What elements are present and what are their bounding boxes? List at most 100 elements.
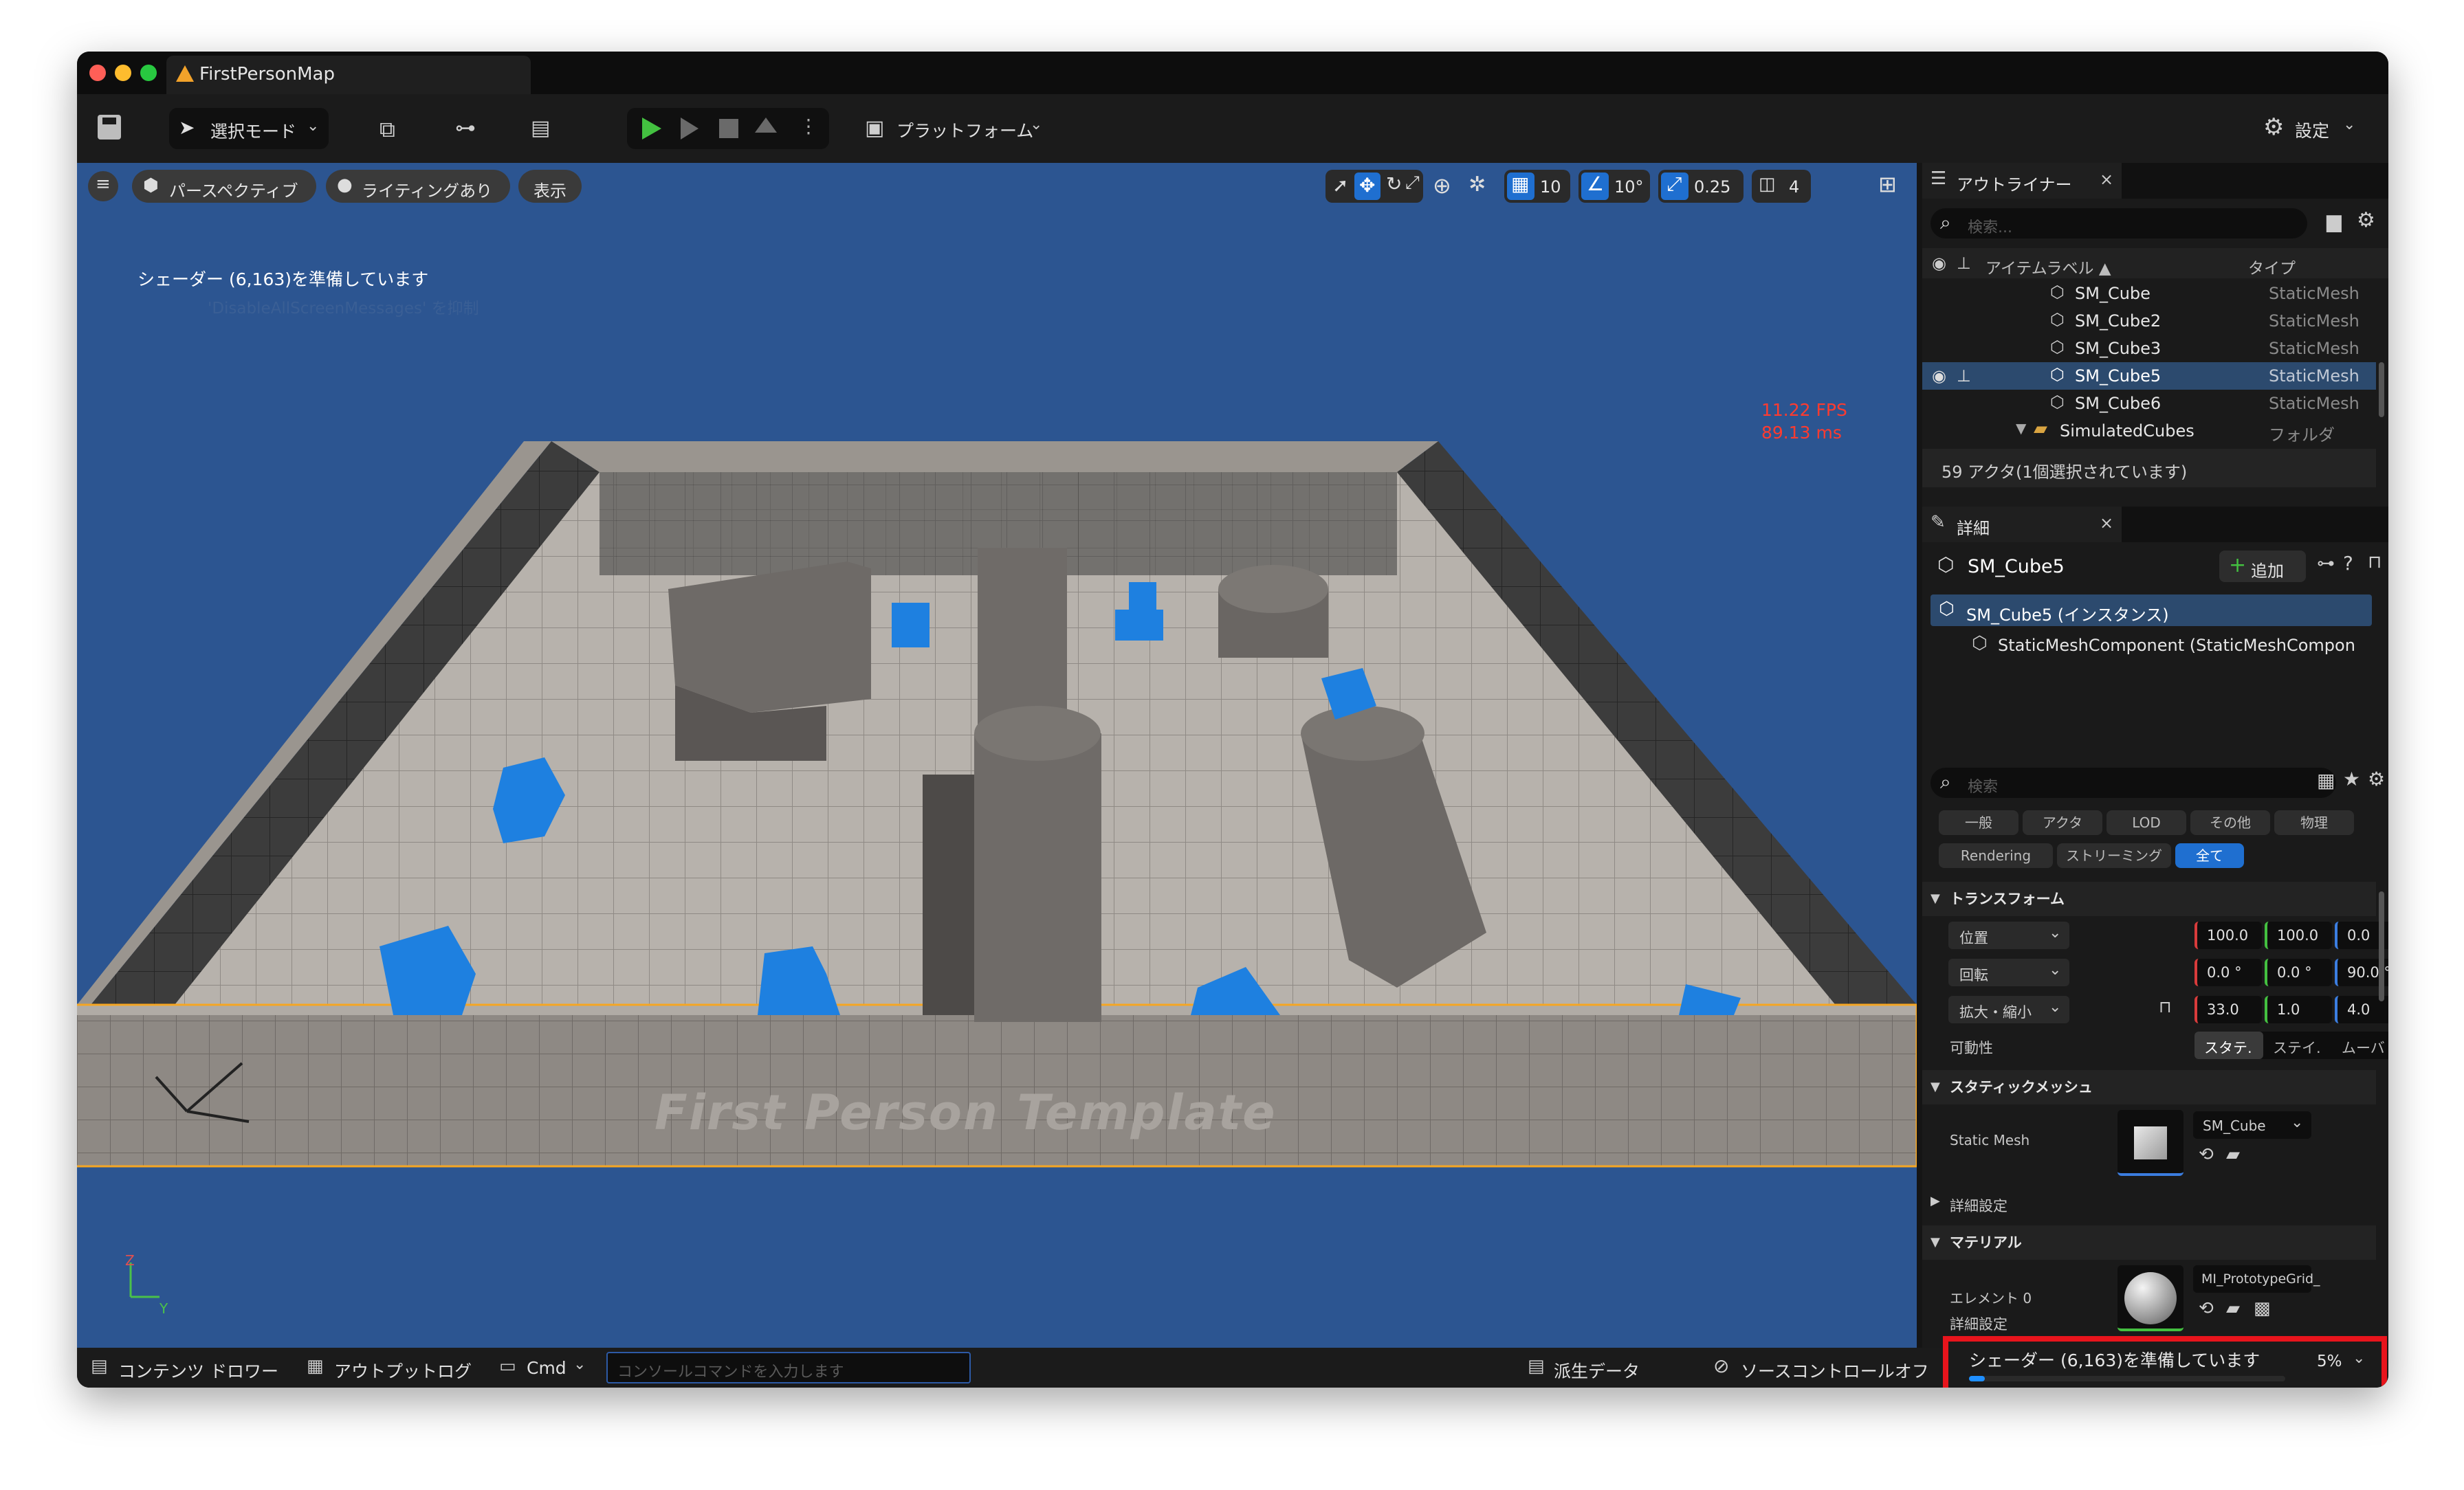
scale-x-field[interactable]: 33.0 <box>2194 996 2262 1023</box>
select-tool-icon[interactable]: ➚ <box>1332 174 1348 197</box>
gear-icon[interactable]: ⚙ <box>2263 113 2284 141</box>
grid-snap-button[interactable]: ▦ 10 <box>1504 170 1570 203</box>
scale-icon[interactable]: ⤢ <box>1405 173 1420 194</box>
cat-actor[interactable]: アクタ <box>2023 810 2102 835</box>
outliner-tab[interactable]: ☰ アウトライナー × <box>1922 163 2122 199</box>
star-icon[interactable]: ★ <box>2343 768 2360 790</box>
pin-icon[interactable]: ⊥ <box>1957 366 1971 386</box>
mobility-stationary[interactable]: ステイ. <box>2273 1037 2321 1058</box>
location-x-field[interactable]: 100.0 <box>2194 922 2262 949</box>
rotation-x-field[interactable]: 0.0 ° <box>2194 959 2262 986</box>
surface-snap-icon[interactable]: ✲ <box>1468 173 1486 197</box>
gear-icon[interactable]: ⚙ <box>2357 208 2375 232</box>
list-item[interactable]: ⬡ SM_Cube2 StaticMesh <box>1922 307 2388 335</box>
world-local-icon[interactable]: ⊕ <box>1433 173 1451 199</box>
material-dropdown[interactable]: MI_PrototypeGrid_ <box>2193 1265 2320 1293</box>
details-search[interactable]: ⌕ 検索 <box>1930 768 2336 798</box>
rotation-y-field[interactable]: 0.0 ° <box>2265 959 2332 986</box>
blueprint-icon[interactable]: ⊶ <box>2317 553 2335 574</box>
material-options-icon[interactable]: ▩ <box>2254 1298 2271 1319</box>
type-column[interactable]: タイプ <box>2248 255 2296 278</box>
cat-streaming[interactable]: ストリーミング <box>2057 843 2171 868</box>
rotate-icon[interactable]: ↻ <box>1386 173 1402 195</box>
close-icon[interactable]: × <box>2100 513 2113 533</box>
add-actor-icon[interactable]: ⧉ <box>380 116 395 143</box>
stop-icon[interactable] <box>719 119 738 138</box>
add-folder-icon[interactable]: ▆ <box>2326 210 2342 232</box>
map-tab[interactable]: FirstPersonMap <box>166 56 531 94</box>
level-viewport[interactable]: ≡ ⬢ パースペクティブ ● ライティングあり 表示 ➚ ✥ ↻ ⤢ ⊕ ✲ ▦… <box>77 163 1917 1348</box>
settings-button[interactable]: 設定 <box>2295 118 2329 142</box>
details-tab[interactable]: ✎ 詳細 × <box>1922 507 2122 542</box>
cat-all[interactable]: 全て <box>2175 843 2244 868</box>
more-options-icon[interactable]: ⋮ <box>799 115 818 137</box>
lock-icon[interactable]: ⊓ <box>2159 997 2172 1016</box>
chevron-down-icon[interactable]: ▼ <box>2016 420 2026 436</box>
chevron-down-icon[interactable]: ⌄ <box>2353 1350 2365 1367</box>
outliner-search[interactable]: ⌕ 検索... <box>1930 208 2307 238</box>
perspective-button[interactable]: ⬢ パースペクティブ <box>132 170 316 203</box>
browse-icon[interactable]: ▰ <box>2226 1144 2240 1165</box>
list-item[interactable]: ⬡ SM_Cube StaticMesh <box>1922 280 2388 307</box>
material-thumbnail[interactable] <box>2118 1265 2184 1331</box>
eye-icon[interactable]: ◉ <box>1932 254 1946 273</box>
viewport-menu-button[interactable]: ≡ <box>88 171 118 201</box>
location-dropdown[interactable]: 位置 ⌄ <box>1948 922 2069 949</box>
platform-button[interactable]: プラットフォーム <box>896 118 1033 142</box>
list-item[interactable]: ▼ ▰ SimulatedCubes フォルダ <box>1922 417 2388 445</box>
select-mode-dropdown[interactable]: ➤ 選択モード ⌄ <box>169 108 329 149</box>
rotation-dropdown[interactable]: 回転 ⌄ <box>1948 959 2069 986</box>
table-view-icon[interactable]: ▦ <box>2317 769 2335 792</box>
use-selected-icon[interactable]: ⟲ <box>2199 1144 2214 1165</box>
camera-speed-button[interactable]: ◫ 4 <box>1752 170 1811 203</box>
scale-y-field[interactable]: 1.0 <box>2265 996 2332 1023</box>
content-drawer-button[interactable]: コンテンツ ドロワー <box>118 1358 278 1383</box>
add-component-button[interactable]: + 追加 <box>2219 551 2306 582</box>
eject-icon[interactable] <box>755 118 777 133</box>
cat-rendering[interactable]: Rendering <box>1939 843 2053 868</box>
use-selected-icon[interactable]: ⟲ <box>2199 1298 2214 1319</box>
close-window-button[interactable] <box>89 65 106 81</box>
step-icon[interactable] <box>681 118 698 140</box>
cat-misc[interactable]: その他 <box>2190 810 2270 835</box>
static-mesh-section-header[interactable]: ▼ スタティックメッシュ <box>1922 1070 2376 1104</box>
eye-icon[interactable]: ◉ <box>1932 366 1946 386</box>
help-icon[interactable]: ? <box>2343 552 2353 575</box>
gear-icon[interactable]: ⚙ <box>2368 768 2385 790</box>
pin-icon[interactable]: ⊥ <box>1957 254 1971 273</box>
rotation-snap-button[interactable]: ∠ 10° <box>1578 170 1650 203</box>
shader-progress-widget[interactable]: シェーダー (6,163)を準備しています 5% ⌄ <box>1943 1336 2387 1388</box>
list-item[interactable]: ⬡ SM_Cube6 StaticMesh <box>1922 390 2388 417</box>
cat-general[interactable]: 一般 <box>1939 810 2018 835</box>
list-item-selected[interactable]: ◉ ⊥ ⬡ SM_Cube5 StaticMesh <box>1922 362 2376 390</box>
save-icon[interactable] <box>98 115 121 140</box>
console-input[interactable]: コンソールコマンドを入力します <box>606 1352 971 1383</box>
static-mesh-thumbnail[interactable] <box>2118 1110 2184 1176</box>
close-icon[interactable]: × <box>2100 170 2113 189</box>
minimize-window-button[interactable] <box>115 65 131 81</box>
list-item[interactable]: ⬡ SM_Cube3 StaticMesh <box>1922 335 2388 362</box>
cat-lod[interactable]: LOD <box>2106 810 2186 835</box>
browse-icon[interactable]: ▰ <box>2226 1298 2240 1319</box>
lighting-mode-button[interactable]: ● ライティングあり <box>326 170 510 203</box>
maximize-window-button[interactable] <box>140 65 157 81</box>
cinematics-icon[interactable]: ▤ <box>531 116 550 140</box>
scale-snap-button[interactable]: ⤢ 0.25 <box>1658 170 1744 203</box>
mobility-static[interactable]: スタテ. <box>2194 1032 2263 1059</box>
advanced-row[interactable]: ▶ 詳細設定 <box>1922 1187 2376 1219</box>
scale-dropdown[interactable]: 拡大・縮小 ⌄ <box>1948 996 2069 1023</box>
mobility-movable[interactable]: ムーバ <box>2342 1037 2385 1058</box>
show-button[interactable]: 表示 <box>518 170 582 203</box>
transform-section-header[interactable]: ▼ トランスフォーム <box>1922 882 2376 916</box>
blueprint-icon[interactable]: ⊶ <box>455 116 476 140</box>
location-y-field[interactable]: 100.0 <box>2265 922 2332 949</box>
component-row[interactable]: ⬡ StaticMeshComponent (StaticMeshCompon <box>1930 629 2372 660</box>
move-tool-button[interactable]: ✥ <box>1354 173 1380 200</box>
lock-icon[interactable]: ⊓ <box>2368 552 2382 572</box>
item-label-column[interactable]: アイテムラベル ▲ <box>1986 255 2111 278</box>
materials-section-header[interactable]: ▼ マテリアル <box>1922 1225 2376 1260</box>
static-mesh-dropdown[interactable]: SM_Cube ⌄ <box>2193 1111 2311 1139</box>
output-log-button[interactable]: アウトプットログ <box>334 1358 472 1383</box>
outliner-scrollbar[interactable] <box>2379 362 2384 417</box>
cmd-dropdown[interactable]: Cmd <box>527 1358 566 1378</box>
